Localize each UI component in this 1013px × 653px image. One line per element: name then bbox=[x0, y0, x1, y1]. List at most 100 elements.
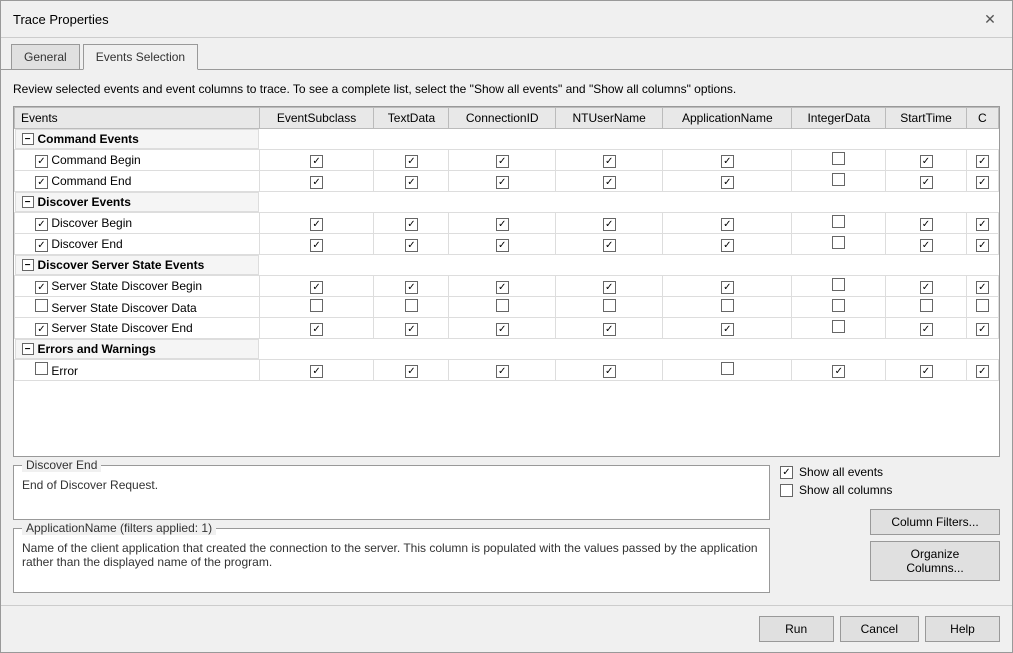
bottom-right: Show all events Show all columns Column … bbox=[780, 465, 1000, 593]
cb-command-begin-textdata[interactable] bbox=[405, 155, 418, 168]
help-button[interactable]: Help bbox=[925, 616, 1000, 642]
col-header-connectionid: ConnectionID bbox=[449, 108, 556, 129]
cb-error-eventsubclass[interactable] bbox=[310, 365, 323, 378]
cb-command-end-applicationname[interactable] bbox=[721, 176, 734, 189]
cb-discover-begin-ntusername[interactable] bbox=[603, 218, 616, 231]
cb-discover-begin-integerdata[interactable] bbox=[832, 215, 845, 228]
cb-ssdata-connectionid[interactable] bbox=[496, 299, 509, 312]
cb-ssdata-ntusername[interactable] bbox=[603, 299, 616, 312]
expand-errors-warnings[interactable]: − bbox=[22, 343, 34, 355]
cb-ssbegin-c[interactable] bbox=[976, 281, 989, 294]
table-row: Server State Discover Begin bbox=[15, 276, 999, 297]
cb-ssbegin-textdata[interactable] bbox=[405, 281, 418, 294]
cb-command-begin-applicationname[interactable] bbox=[721, 155, 734, 168]
cb-error-ntusername[interactable] bbox=[603, 365, 616, 378]
cb-command-end-starttime[interactable] bbox=[920, 176, 933, 189]
row-check-discover-begin[interactable] bbox=[35, 218, 48, 231]
cb-command-end-c[interactable] bbox=[976, 176, 989, 189]
cb-error-integerdata[interactable] bbox=[832, 365, 845, 378]
show-all-events-label: Show all events bbox=[799, 465, 883, 479]
cancel-button[interactable]: Cancel bbox=[840, 616, 919, 642]
column-filters-button[interactable]: Column Filters... bbox=[870, 509, 1000, 535]
event-discover-end: Discover End bbox=[15, 234, 260, 255]
cb-discover-end-applicationname[interactable] bbox=[721, 239, 734, 252]
cb-command-begin-integerdata[interactable] bbox=[832, 152, 845, 165]
tab-events-selection[interactable]: Events Selection bbox=[83, 44, 198, 70]
cb-command-begin-starttime[interactable] bbox=[920, 155, 933, 168]
cb-error-connectionid[interactable] bbox=[496, 365, 509, 378]
events-table-container[interactable]: Events EventSubclass TextData Connection… bbox=[13, 106, 1000, 457]
row-check-discover-end[interactable] bbox=[35, 239, 48, 252]
cb-discover-end-textdata[interactable] bbox=[405, 239, 418, 252]
cb-ssend-textdata[interactable] bbox=[405, 323, 418, 336]
cb-command-end-integerdata[interactable] bbox=[832, 173, 845, 186]
cb-error-starttime[interactable] bbox=[920, 365, 933, 378]
main-area: Events EventSubclass TextData Connection… bbox=[13, 106, 1000, 457]
cb-discover-begin-starttime[interactable] bbox=[920, 218, 933, 231]
cb-ssbegin-connectionid[interactable] bbox=[496, 281, 509, 294]
cb-command-begin-ntusername[interactable] bbox=[603, 155, 616, 168]
cb-command-begin-connectionid[interactable] bbox=[496, 155, 509, 168]
cb-discover-end-starttime[interactable] bbox=[920, 239, 933, 252]
expand-discover-server-state[interactable]: − bbox=[22, 259, 34, 271]
show-all-columns-label: Show all columns bbox=[799, 483, 892, 497]
cb-discover-begin-c[interactable] bbox=[976, 218, 989, 231]
show-all-events-checkbox[interactable] bbox=[780, 466, 793, 479]
col-header-ntusername: NTUserName bbox=[556, 108, 663, 129]
close-button[interactable]: ✕ bbox=[980, 9, 1000, 29]
cb-command-end-eventsubclass[interactable] bbox=[310, 176, 323, 189]
expand-command-events[interactable]: − bbox=[22, 133, 34, 145]
cb-discover-end-ntusername[interactable] bbox=[603, 239, 616, 252]
cb-ssbegin-ntusername[interactable] bbox=[603, 281, 616, 294]
cb-ssend-ntusername[interactable] bbox=[603, 323, 616, 336]
cb-discover-end-integerdata[interactable] bbox=[832, 236, 845, 249]
row-check-error[interactable] bbox=[35, 362, 48, 375]
cb-discover-end-connectionid[interactable] bbox=[496, 239, 509, 252]
cb-ssend-integerdata[interactable] bbox=[832, 320, 845, 333]
cb-command-end-ntusername[interactable] bbox=[603, 176, 616, 189]
cb-ssend-eventsubclass[interactable] bbox=[310, 323, 323, 336]
cb-error-textdata[interactable] bbox=[405, 365, 418, 378]
cb-ssend-c[interactable] bbox=[976, 323, 989, 336]
cb-discover-end-eventsubclass[interactable] bbox=[310, 239, 323, 252]
event-server-state-end: Server State Discover End bbox=[15, 318, 260, 339]
cb-ssbegin-applicationname[interactable] bbox=[721, 281, 734, 294]
cb-ssend-starttime[interactable] bbox=[920, 323, 933, 336]
cb-ssbegin-starttime[interactable] bbox=[920, 281, 933, 294]
cb-ssdata-integerdata[interactable] bbox=[832, 299, 845, 312]
cb-error-c[interactable] bbox=[976, 365, 989, 378]
row-check-server-state-data[interactable] bbox=[35, 299, 48, 312]
expand-discover-events[interactable]: − bbox=[22, 196, 34, 208]
row-check-command-end[interactable] bbox=[35, 176, 48, 189]
group-discover-events: − Discover Events bbox=[15, 192, 999, 213]
cb-ssend-applicationname[interactable] bbox=[721, 323, 734, 336]
cb-ssbegin-integerdata[interactable] bbox=[832, 278, 845, 291]
cb-error-applicationname[interactable] bbox=[721, 362, 734, 375]
tab-general[interactable]: General bbox=[11, 44, 80, 69]
row-check-command-begin[interactable] bbox=[35, 155, 48, 168]
cb-ssend-connectionid[interactable] bbox=[496, 323, 509, 336]
cb-discover-begin-applicationname[interactable] bbox=[721, 218, 734, 231]
run-button[interactable]: Run bbox=[759, 616, 834, 642]
cb-discover-begin-eventsubclass[interactable] bbox=[310, 218, 323, 231]
show-all-columns-checkbox[interactable] bbox=[780, 484, 793, 497]
cb-command-end-textdata[interactable] bbox=[405, 176, 418, 189]
cb-command-end-connectionid[interactable] bbox=[496, 176, 509, 189]
cb-ssdata-c[interactable] bbox=[976, 299, 989, 312]
cb-discover-begin-connectionid[interactable] bbox=[496, 218, 509, 231]
cb-discover-end-c[interactable] bbox=[976, 239, 989, 252]
col-header-eventsubclass: EventSubclass bbox=[259, 108, 374, 129]
cb-ssbegin-eventsubclass[interactable] bbox=[310, 281, 323, 294]
cb-ssdata-eventsubclass[interactable] bbox=[310, 299, 323, 312]
row-check-server-state-end[interactable] bbox=[35, 323, 48, 336]
cb-command-begin-eventsubclass[interactable] bbox=[310, 155, 323, 168]
cb-ssdata-starttime[interactable] bbox=[920, 299, 933, 312]
organize-columns-button[interactable]: Organize Columns... bbox=[870, 541, 1000, 581]
cb-ssdata-textdata[interactable] bbox=[405, 299, 418, 312]
cb-command-begin-c[interactable] bbox=[976, 155, 989, 168]
group-discover-server-state-events: − Discover Server State Events bbox=[15, 255, 999, 276]
row-check-server-state-begin[interactable] bbox=[35, 281, 48, 294]
content-area: Review selected events and event columns… bbox=[1, 70, 1012, 605]
cb-discover-begin-textdata[interactable] bbox=[405, 218, 418, 231]
cb-ssdata-applicationname[interactable] bbox=[721, 299, 734, 312]
